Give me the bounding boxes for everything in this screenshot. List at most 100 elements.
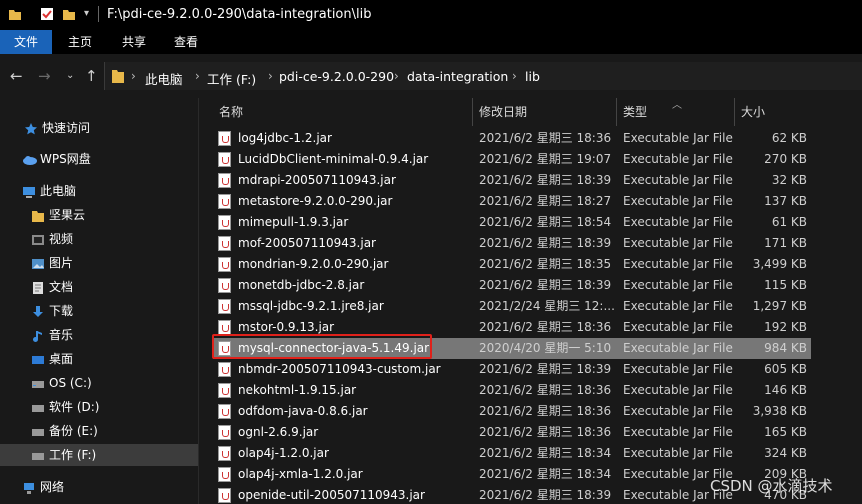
breadcrumb-separator[interactable]: ›	[131, 69, 136, 83]
file-date: 2021/6/2 星期三 18:39	[479, 488, 612, 502]
folder-icon	[111, 68, 125, 87]
sidebar-item-music[interactable]: 音乐	[31, 324, 73, 346]
file-type: Executable Jar File	[623, 257, 733, 271]
scrollbar[interactable]	[850, 98, 862, 504]
tab-home[interactable]: 主页	[56, 30, 104, 54]
file-size: 605 KB	[764, 362, 807, 376]
file-type: Executable Jar File	[623, 152, 733, 166]
new-folder-icon[interactable]	[62, 7, 76, 21]
sidebar-item-desktop[interactable]: 桌面	[31, 348, 73, 370]
breadcrumb-separator[interactable]: ›	[268, 69, 273, 83]
file-size: 3,499 KB	[752, 257, 807, 271]
sidebar-item-label: OS (C:)	[49, 376, 92, 390]
sidebar-item-drive-f[interactable]: 工作 (F:)	[0, 444, 198, 466]
sidebar-item-label: 音乐	[49, 328, 74, 342]
file-type: Executable Jar File	[623, 446, 733, 460]
sidebar-item-drive-e[interactable]: 备份 (E:)	[31, 420, 98, 442]
address-bar[interactable]: › 此电脑 › 工作 (F:) › pdi-ce-9.2.0.0-290 › d…	[104, 62, 862, 90]
jar-file-icon	[218, 278, 231, 293]
ribbon-tabs: 文件 主页 共享 查看	[0, 30, 862, 54]
file-size: 324 KB	[764, 446, 807, 460]
breadcrumb-separator[interactable]: ›	[394, 69, 399, 83]
file-type: Executable Jar File	[623, 383, 733, 397]
file-size: 3,938 KB	[752, 404, 807, 418]
sidebar-item-this-pc[interactable]: 此电脑	[22, 180, 76, 202]
file-size: 984 KB	[764, 341, 807, 355]
file-name: metastore-9.2.0.0-290.jar	[238, 194, 393, 208]
file-row[interactable]: metastore-9.2.0.0-290.jar 2021/6/2 星期三 18…	[213, 191, 811, 212]
back-icon[interactable]: ←	[10, 67, 23, 85]
tab-share[interactable]: 共享	[110, 30, 158, 54]
recent-locations-icon[interactable]: ⌄	[66, 70, 74, 81]
file-size: 1,297 KB	[752, 299, 807, 313]
breadcrumb-separator[interactable]: ›	[195, 69, 200, 83]
sidebar-item-network[interactable]: 网络	[22, 476, 64, 498]
file-row[interactable]: monetdb-jdbc-2.8.jar 2021/6/2 星期三 18:39 Ex…	[213, 275, 811, 296]
quick-access-dropdown-icon[interactable]: ▾	[84, 8, 98, 22]
file-row[interactable]: ognl-2.6.9.jar 2021/6/2 星期三 18:36 Executab…	[213, 422, 811, 443]
sidebar-item-label: 此电脑	[40, 184, 77, 198]
file-date: 2021/6/2 星期三 18:34	[479, 467, 612, 481]
up-icon[interactable]: ↑	[85, 67, 98, 85]
file-row[interactable]: LucidDbClient-minimal-0.9.4.jar 2021/6/2 …	[213, 149, 811, 170]
file-row[interactable]: nbmdr-200507110943-custom.jar 2021/6/2 星期…	[213, 359, 811, 380]
file-row[interactable]: nekohtml-1.9.15.jar 2021/6/2 星期三 18:36 Exe…	[213, 380, 811, 401]
sidebar-item-quick-access[interactable]: 快速访问	[24, 117, 90, 139]
sidebar-item-label: 下载	[49, 304, 74, 318]
sidebar-item-drive-d[interactable]: 软件 (D:)	[31, 396, 99, 418]
folder-icon	[8, 7, 22, 21]
file-row[interactable]: mdrapi-200507110943.jar 2021/6/2 星期三 18:3…	[213, 170, 811, 191]
window-title: F:\pdi-ce-9.2.0.0-290\data-integration\l…	[107, 7, 372, 22]
file-name: log4jdbc-1.2.jar	[238, 131, 332, 145]
sidebar-item-label: 网络	[40, 480, 65, 494]
star-icon	[24, 121, 38, 135]
sidebar-item-wps[interactable]: WPS网盘	[22, 148, 91, 170]
drive-icon	[31, 376, 45, 390]
file-date: 2020/4/20 星期一 5:10	[479, 341, 612, 355]
jar-file-icon	[218, 383, 231, 398]
tab-file[interactable]: 文件	[0, 30, 52, 54]
file-date: 2021/6/2 星期三 18:36	[479, 131, 612, 145]
breadcrumb-lib[interactable]: lib	[525, 69, 540, 84]
file-row[interactable]: odfdom-java-0.8.6.jar 2021/6/2 星期三 18:36 E…	[213, 401, 811, 422]
file-row[interactable]: mondrian-9.2.0.0-290.jar 2021/6/2 星期三 18:…	[213, 254, 811, 275]
folder-icon	[31, 208, 45, 222]
separator	[98, 6, 99, 22]
breadcrumb-this-pc[interactable]: 此电脑	[145, 69, 183, 88]
file-date: 2021/2/24 星期三 12:...	[479, 299, 615, 313]
breadcrumb-pdi[interactable]: pdi-ce-9.2.0.0-290	[279, 69, 394, 84]
file-type: Executable Jar File	[623, 341, 733, 355]
drive-icon	[31, 448, 45, 462]
column-date[interactable]: 修改日期	[473, 98, 617, 126]
file-row[interactable]: olap4j-1.2.0.jar 2021/6/2 星期三 18:34 Execut…	[213, 443, 811, 464]
breadcrumb-separator[interactable]: ›	[512, 69, 517, 83]
file-date: 2021/6/2 星期三 18:39	[479, 362, 612, 376]
document-icon	[31, 280, 45, 294]
file-type: Executable Jar File	[623, 404, 733, 418]
sidebar-item-jianguoyun[interactable]: 坚果云	[31, 204, 85, 226]
forward-icon[interactable]: →	[38, 67, 51, 85]
file-size: 192 KB	[764, 320, 807, 334]
breadcrumb-data-integration[interactable]: data-integration	[407, 69, 508, 84]
file-row[interactable]: mof-200507110943.jar 2021/6/2 星期三 18:39 Ex…	[213, 233, 811, 254]
column-name[interactable]: 名称	[213, 98, 473, 126]
sidebar-item-pictures[interactable]: 图片	[31, 252, 73, 274]
file-name: nbmdr-200507110943-custom.jar	[238, 362, 441, 376]
file-date: 2021/6/2 星期三 18:34	[479, 446, 612, 460]
sidebar-item-videos[interactable]: 视频	[31, 228, 73, 250]
file-row[interactable]: mssql-jdbc-9.2.1.jre8.jar 2021/2/24 星期三 1…	[213, 296, 811, 317]
file-name: mssql-jdbc-9.2.1.jre8.jar	[238, 299, 384, 313]
sidebar-item-documents[interactable]: 文档	[31, 276, 73, 298]
tab-view[interactable]: 查看	[162, 30, 210, 54]
column-size[interactable]: 大小	[735, 98, 811, 126]
file-row[interactable]: mimepull-1.9.3.jar 2021/6/2 星期三 18:54 Exec…	[213, 212, 811, 233]
sidebar-item-drive-c[interactable]: OS (C:)	[31, 372, 92, 394]
properties-icon[interactable]	[40, 7, 54, 21]
sidebar-item-downloads[interactable]: 下载	[31, 300, 73, 322]
jar-file-icon	[218, 215, 231, 230]
breadcrumb-drive[interactable]: 工作 (F:)	[207, 69, 256, 88]
navigation-pane: 快速访问 WPS网盘 此电脑 坚果云 视频 图片 文档 下载 音乐 桌面 OS …	[0, 98, 198, 504]
file-row[interactable]: log4jdbc-1.2.jar 2021/6/2 星期三 18:36 Execut…	[213, 128, 811, 149]
file-size: 171 KB	[764, 236, 807, 250]
sidebar-item-label: 图片	[49, 256, 74, 270]
